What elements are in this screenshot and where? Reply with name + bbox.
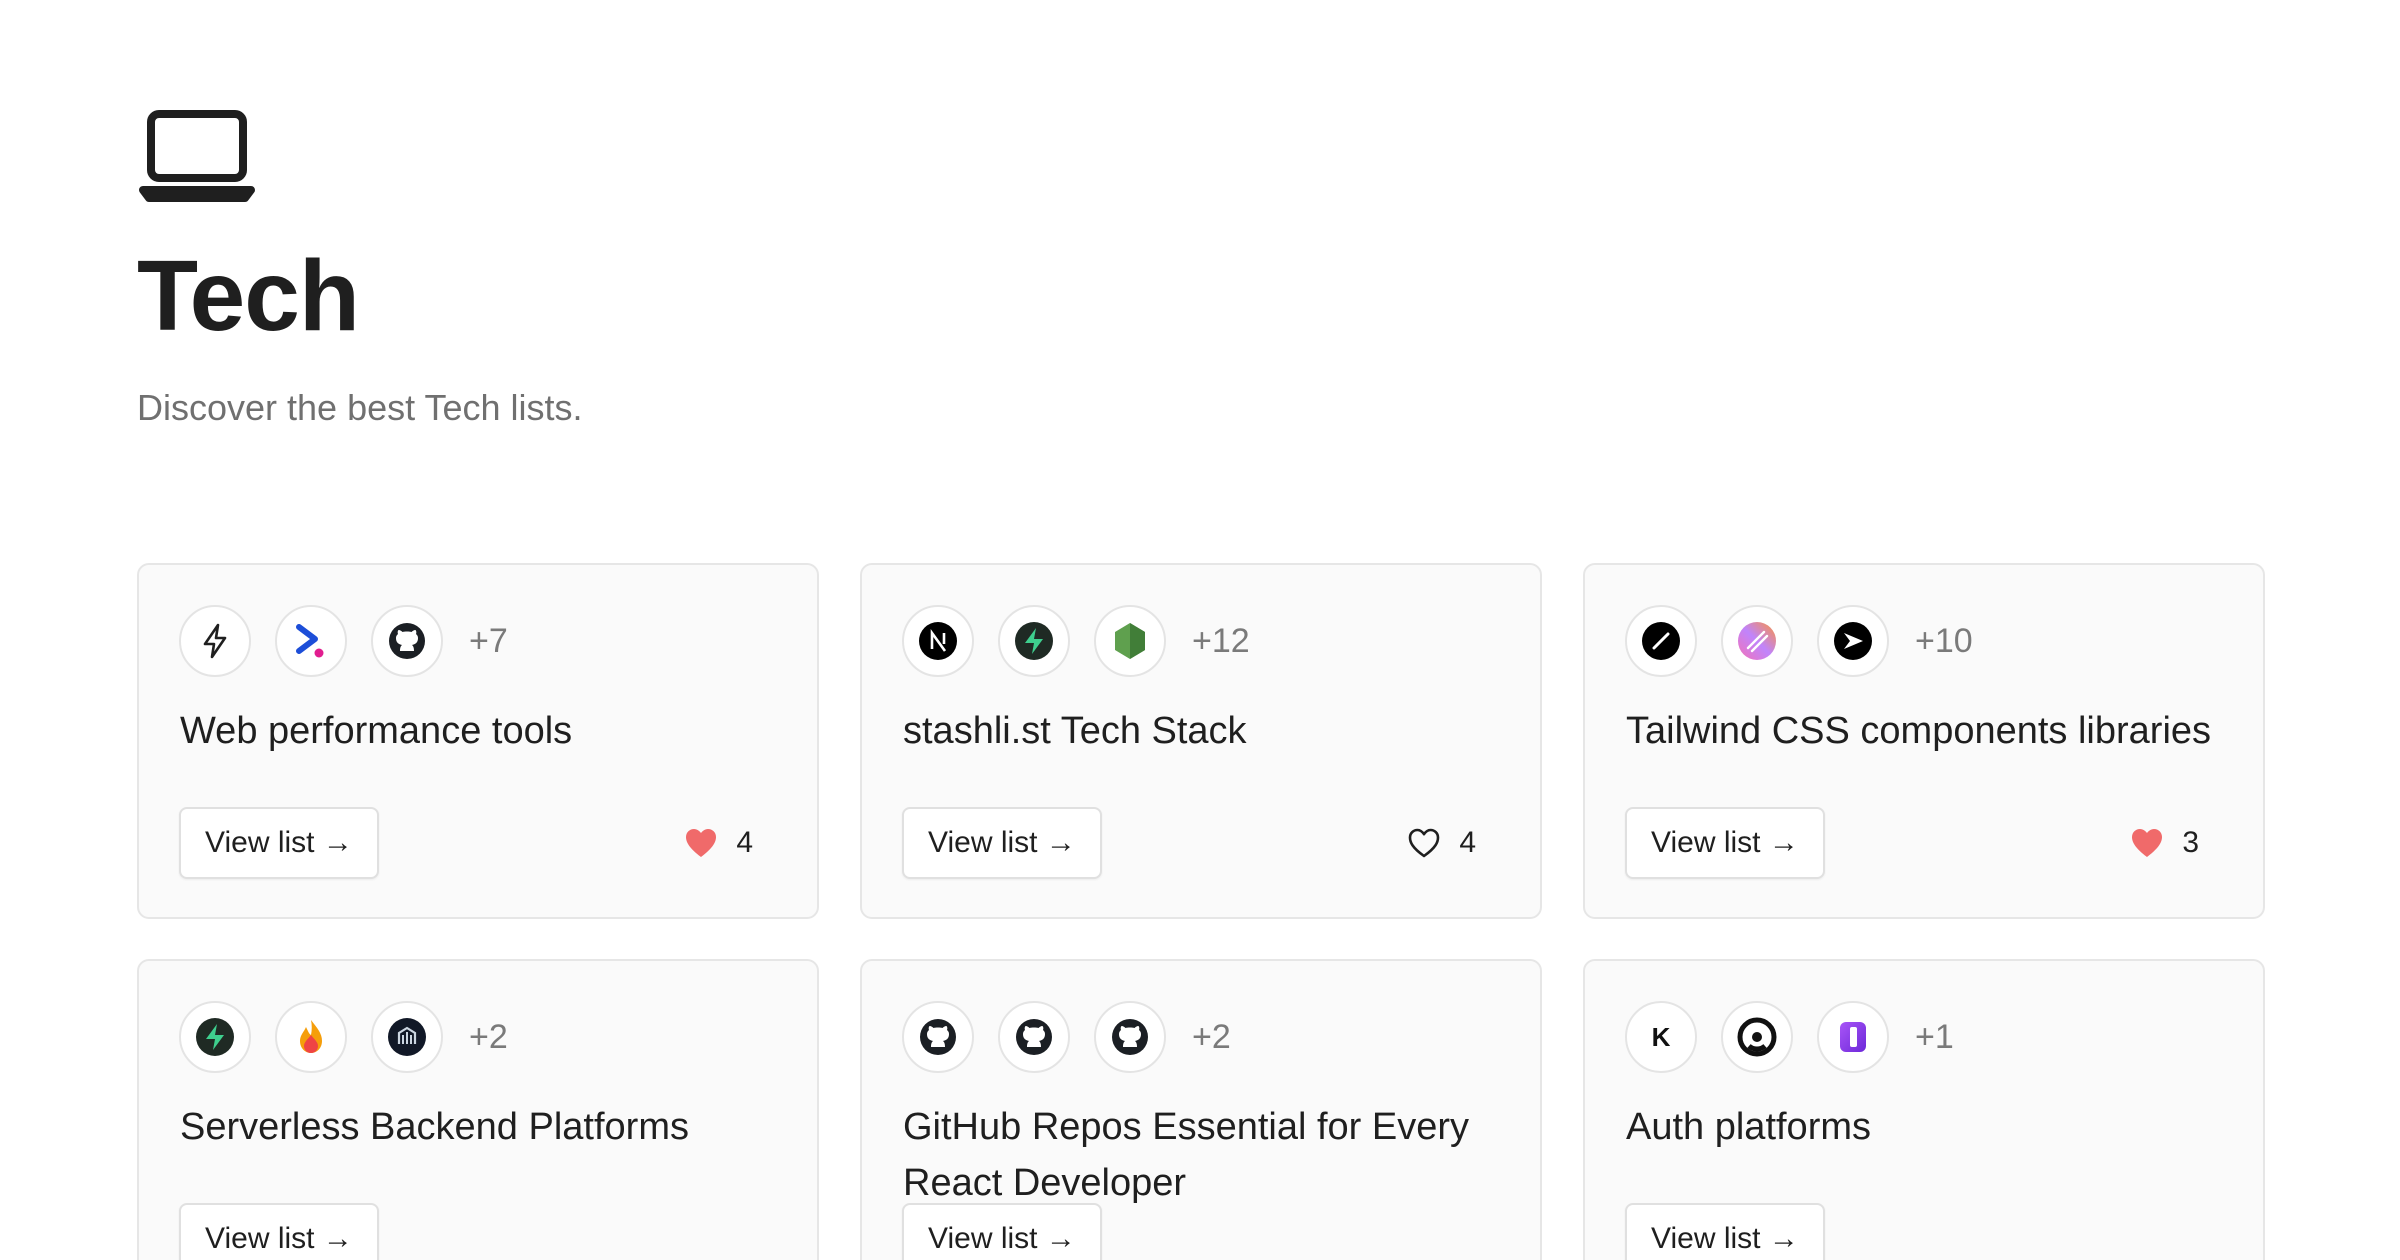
tool-icon-wrapper	[902, 1001, 974, 1073]
tool-icon-wrapper	[371, 605, 443, 677]
tool-icon-wrapper	[1817, 605, 1889, 677]
tool-icons: +10	[1625, 605, 1973, 677]
list-card[interactable]: K +1 Auth platforms View list →	[1583, 959, 2265, 1260]
view-list-button[interactable]: View list →	[1625, 807, 1825, 879]
github-icon	[1112, 1019, 1148, 1055]
tool-icon-wrapper	[902, 605, 974, 677]
list-card[interactable]: +12 stashli.st Tech Stack View list → 4	[860, 563, 1542, 919]
tool-icon-wrapper: K	[1625, 1001, 1697, 1073]
like-count: 4	[1459, 826, 1476, 859]
list-title[interactable]: Web performance tools	[180, 703, 777, 759]
tool-icon-wrapper	[275, 1001, 347, 1073]
more-tools-count: +7	[469, 621, 508, 660]
tool-icon-wrapper	[1625, 605, 1697, 677]
firebase-icon	[300, 1020, 322, 1053]
svg-text:K: K	[1652, 1022, 1671, 1052]
more-tools-count: +2	[469, 1017, 508, 1056]
tool-icons: +2	[179, 1001, 508, 1073]
list-title[interactable]: stashli.st Tech Stack	[903, 703, 1500, 759]
lightning-icon	[203, 623, 227, 659]
like-count: 3	[2182, 826, 2199, 859]
view-list-button[interactable]: View list →	[1625, 1203, 1825, 1260]
more-tools-count: +1	[1915, 1017, 1954, 1056]
view-list-button[interactable]: View list →	[902, 1203, 1102, 1260]
kinde-icon: K	[1652, 1022, 1671, 1052]
list-title[interactable]: Tailwind CSS components libraries	[1626, 703, 2223, 759]
slash-circle-icon	[1642, 622, 1680, 660]
view-list-button[interactable]: View list →	[902, 807, 1102, 879]
card-footer: View list →	[1625, 1203, 2199, 1260]
page: Tech Discover the best Tech lists. +7 We…	[0, 0, 2400, 1260]
list-title[interactable]: Serverless Backend Platforms	[180, 1099, 777, 1155]
tool-icons: +12	[902, 605, 1250, 677]
like-button[interactable]: 4	[684, 826, 753, 860]
tool-icon-wrapper	[1094, 605, 1166, 677]
purple-logo-icon	[1840, 1022, 1866, 1052]
clerk-icon	[1737, 1017, 1777, 1057]
list-card[interactable]: +2 Serverless Backend Platforms View lis…	[137, 959, 819, 1260]
page-subtitle: Discover the best Tech lists.	[137, 387, 583, 428]
tool-icons: K +1	[1625, 1001, 1954, 1073]
tool-icon-wrapper	[998, 1001, 1070, 1073]
more-tools-count: +2	[1192, 1017, 1231, 1056]
page-title: Tech	[137, 240, 360, 352]
play-circle-icon	[1834, 622, 1872, 660]
tool-icon-wrapper	[1817, 1001, 1889, 1073]
list-title[interactable]: Auth platforms	[1626, 1099, 2223, 1155]
github-icon	[1016, 1019, 1052, 1055]
view-list-button[interactable]: View list →	[179, 1203, 379, 1260]
tool-icon-wrapper	[1721, 1001, 1793, 1073]
appwrite-icon	[388, 1018, 426, 1056]
card-footer: View list → 4	[179, 807, 753, 879]
card-footer: View list →	[179, 1203, 753, 1260]
list-card[interactable]: +7 Web performance tools View list → 4	[137, 563, 819, 919]
like-count: 4	[736, 826, 753, 859]
tool-icons: +7	[179, 605, 508, 677]
more-tools-count: +10	[1915, 621, 1973, 660]
laptop-icon	[139, 110, 255, 202]
tool-icon-wrapper	[998, 605, 1070, 677]
card-footer: View list →	[902, 1203, 1476, 1260]
tool-icon-wrapper	[1721, 605, 1793, 677]
page-header: Tech Discover the best Tech lists.	[137, 106, 583, 426]
gradient-slash-icon	[1738, 622, 1776, 660]
github-icon	[389, 623, 425, 659]
terminal-chevron-icon	[296, 624, 324, 658]
tool-icon-wrapper	[179, 1001, 251, 1073]
github-icon	[920, 1019, 956, 1055]
tool-icons: +2	[902, 1001, 1231, 1073]
supabase-icon	[1015, 622, 1053, 660]
tool-icon-wrapper	[1094, 1001, 1166, 1073]
tool-icon-wrapper	[179, 605, 251, 677]
heart-outline-icon	[1409, 828, 1440, 858]
list-card[interactable]: +10 Tailwind CSS components libraries Vi…	[1583, 563, 2265, 919]
list-card[interactable]: +2 GitHub Repos Essential for Every Reac…	[860, 959, 1542, 1260]
like-button[interactable]: 4	[1407, 826, 1476, 860]
heart-icon	[686, 829, 717, 857]
tool-icon-wrapper	[371, 1001, 443, 1073]
view-list-button[interactable]: View list →	[179, 807, 379, 879]
like-button[interactable]: 3	[2130, 826, 2199, 860]
more-tools-count: +12	[1192, 621, 1250, 660]
heart-icon	[2132, 829, 2163, 857]
list-title[interactable]: GitHub Repos Essential for Every React D…	[903, 1099, 1500, 1211]
nodejs-icon	[1115, 623, 1145, 659]
nextjs-icon	[919, 622, 957, 660]
lists-grid: +7 Web performance tools View list → 4 +…	[137, 563, 2265, 1260]
supabase-icon	[196, 1018, 234, 1056]
card-footer: View list → 4	[902, 807, 1476, 879]
tool-icon-wrapper	[275, 605, 347, 677]
card-footer: View list → 3	[1625, 807, 2199, 879]
